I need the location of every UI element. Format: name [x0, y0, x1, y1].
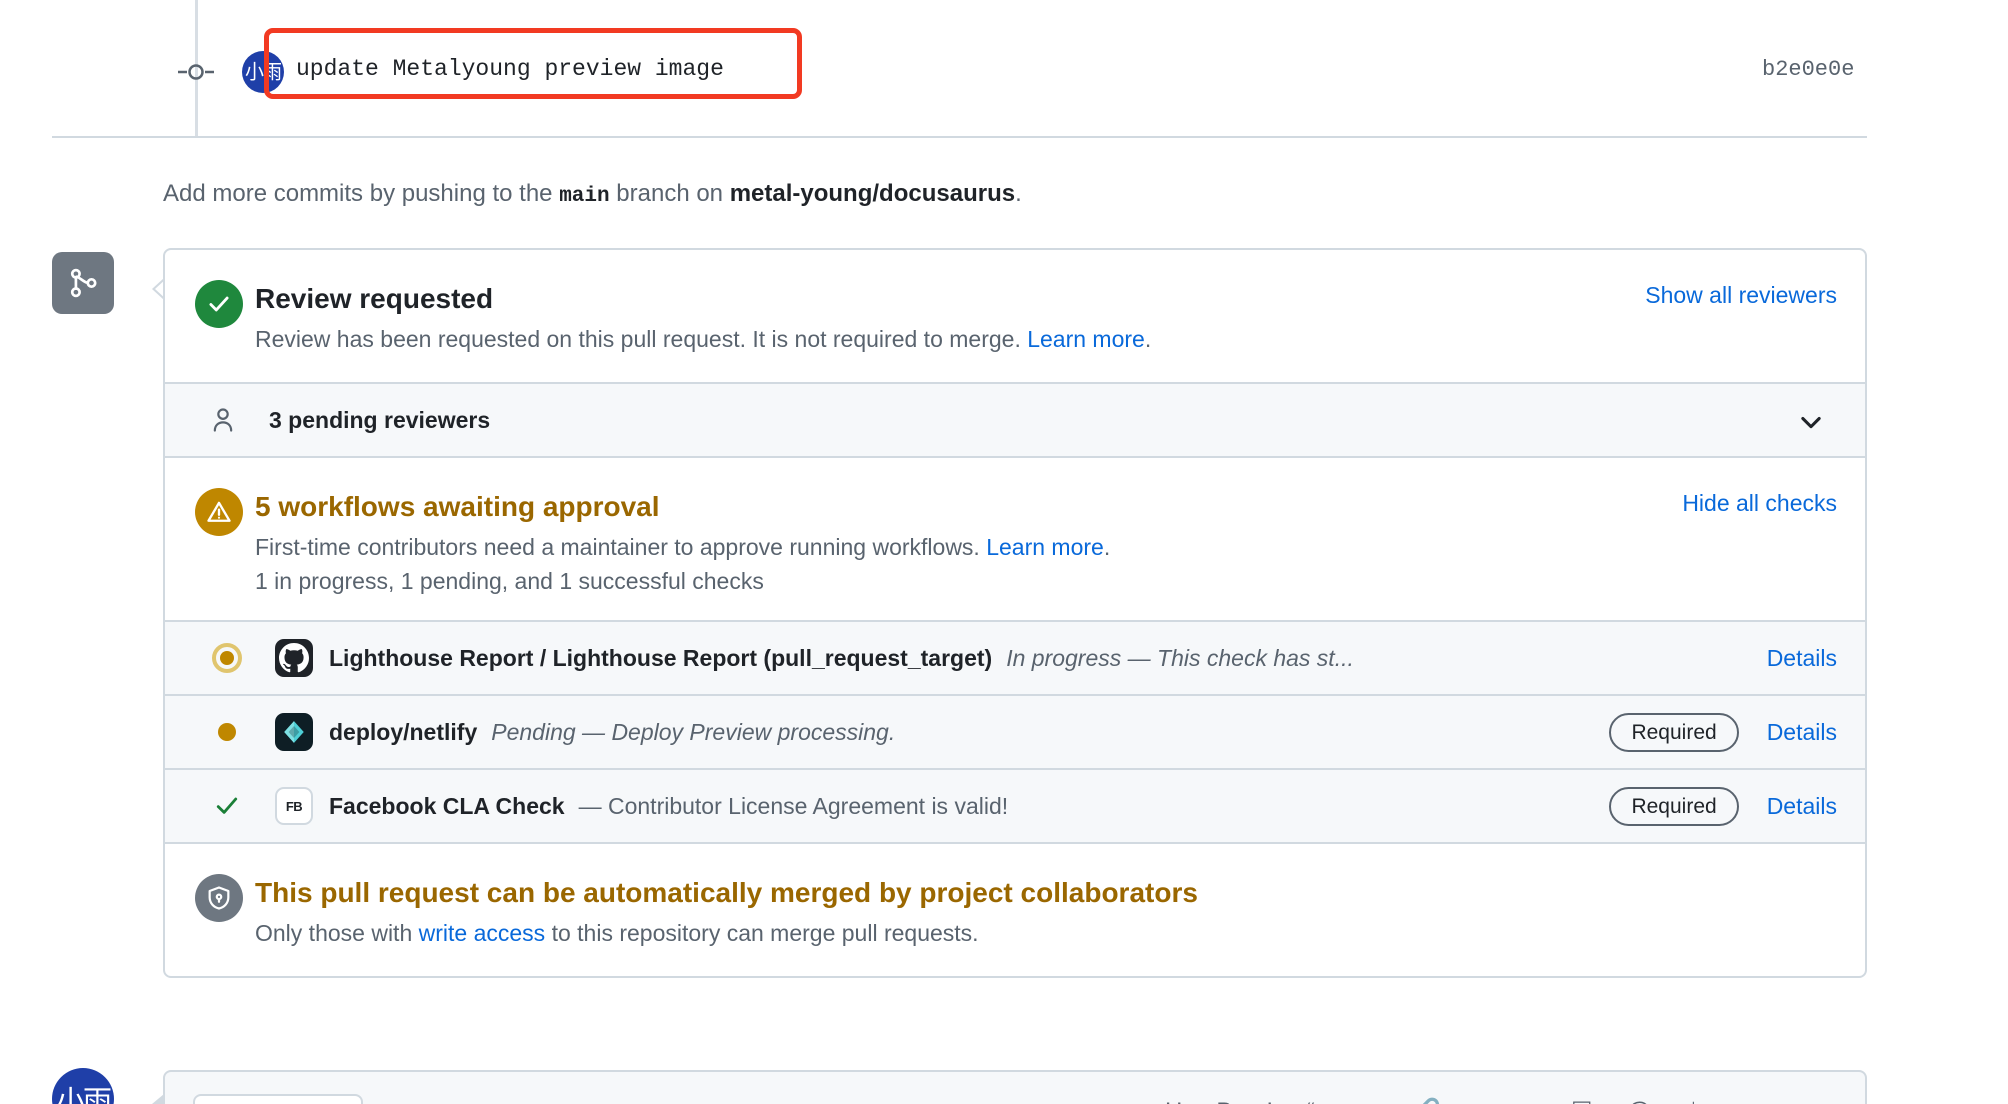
mention-icon[interactable]: @ — [1627, 1100, 1651, 1104]
commit-sha[interactable]: b2e0e0e — [1762, 57, 1854, 82]
pending-reviewers-row[interactable]: 3 pending reviewers — [165, 384, 1865, 456]
review-requested-description: Review has been requested on this pull r… — [255, 322, 1837, 356]
git-merge-icon — [52, 252, 114, 314]
reference-icon[interactable]: ♯ — [1685, 1100, 1697, 1104]
merge-desc-prefix: Only those with — [255, 920, 419, 946]
check-circle-icon — [195, 280, 243, 328]
review-desc-period: . — [1144, 326, 1152, 352]
facebook-cla-icon: FB — [275, 787, 313, 825]
commit-section-divider — [52, 136, 1867, 138]
add-more-commits-text: Add more commits by pushing to the main … — [163, 180, 1022, 208]
netlify-logo-icon — [275, 713, 313, 751]
bold-icon[interactable]: B — [1216, 1100, 1232, 1104]
hide-all-checks-link[interactable]: Hide all checks — [1682, 490, 1837, 517]
italic-icon[interactable]: I — [1266, 1100, 1273, 1104]
ordered-list-icon[interactable]: ≡ — [1523, 1100, 1537, 1104]
add-commits-middle: branch on — [609, 180, 730, 207]
review-learn-more-link[interactable]: Learn more — [1027, 326, 1145, 352]
check-name[interactable]: Facebook CLA Check — [329, 793, 565, 820]
check-row-actions: Details — [1767, 622, 1837, 694]
check-details-link[interactable]: Details — [1767, 719, 1837, 746]
workflows-desc-period: . — [1103, 534, 1111, 560]
workflows-title: 5 workflows awaiting approval — [255, 491, 660, 522]
check-description: — Contributor License Agreement is valid… — [578, 792, 1009, 819]
comment-write-tab[interactable] — [193, 1094, 363, 1104]
check-row-actions: Required Details — [1609, 770, 1837, 842]
check-row: FB Facebook CLA Check — Contributor Lice… — [165, 770, 1865, 842]
commit-node-icon — [178, 64, 214, 80]
facebook-cla-label: FB — [285, 798, 303, 814]
pending-reviewers-label: 3 pending reviewers — [269, 406, 491, 433]
workflows-learn-more-link[interactable]: Learn more — [986, 534, 1104, 560]
in-progress-circle-icon — [207, 643, 247, 673]
check-description: Pending — Deploy Preview processing. — [491, 718, 896, 745]
github-logo-icon — [275, 639, 313, 677]
code-icon[interactable]: <> — [1349, 1100, 1377, 1104]
check-description: In progress — This check has st... — [1006, 644, 1354, 671]
workflows-summary: 1 in progress, 1 pending, and 1 successf… — [255, 568, 764, 594]
review-requested-section: Review requested Review has been request… — [165, 250, 1865, 382]
workflows-desc-text: First-time contributors need a maintaine… — [255, 534, 980, 560]
add-commits-prefix: Add more commits by pushing to the — [163, 180, 560, 207]
commit-timeline-row: 小雨 update Metalyoung preview image b2e0e… — [0, 0, 2008, 138]
show-all-reviewers-link[interactable]: Show all reviewers — [1645, 282, 1837, 309]
avatar-glyph: 小雨 — [244, 59, 282, 84]
commit-author-avatar[interactable]: 小雨 — [242, 51, 284, 93]
check-name[interactable]: Lighthouse Report / Lighthouse Report (p… — [329, 645, 992, 672]
merge-availability-section: This pull request can be automatically m… — [165, 844, 1865, 976]
required-badge: Required — [1609, 786, 1739, 826]
chevron-down-icon[interactable] — [1797, 408, 1825, 441]
review-requested-title: Review requested — [255, 283, 494, 314]
current-user-avatar[interactable]: 小雨 — [52, 1068, 114, 1104]
check-details-link[interactable]: Details — [1767, 793, 1837, 820]
check-row: Lighthouse Report / Lighthouse Report (p… — [165, 622, 1865, 694]
workflows-awaiting-approval-section: 5 workflows awaiting approval First-time… — [165, 458, 1865, 620]
merge-desc-suffix: to this repository can merge pull reques… — [545, 920, 979, 946]
link-icon[interactable]: 🔗 — [1411, 1100, 1441, 1104]
person-icon — [209, 406, 241, 434]
merge-status-box: Review requested Review has been request… — [163, 248, 1867, 978]
add-commits-suffix: . — [1015, 180, 1022, 207]
quote-icon[interactable]: “ — [1307, 1100, 1315, 1104]
check-mark-icon — [207, 792, 247, 820]
check-details-link[interactable]: Details — [1767, 645, 1837, 672]
unordered-list-icon[interactable]: ≡ — [1475, 1100, 1489, 1104]
repo-name: metal-young/docusaurus — [729, 180, 1016, 207]
check-row: deploy/netlify Pending — Deploy Preview … — [165, 696, 1865, 768]
branch-name: main — [559, 185, 610, 208]
pr-conversation-page: 小雨 update Metalyoung preview image b2e0e… — [0, 0, 2008, 1104]
alert-triangle-icon — [195, 488, 243, 536]
check-name[interactable]: deploy/netlify — [329, 719, 477, 746]
review-desc-text: Review has been requested on this pull r… — [255, 326, 1021, 352]
commit-message[interactable]: update Metalyoung preview image — [296, 56, 724, 82]
merge-availability-title: This pull request can be automatically m… — [255, 877, 1198, 908]
markdown-toolbar: H B I “ <> 🔗 ≡ ≡ ☐ @ ♯ — [1165, 1100, 1697, 1104]
required-badge: Required — [1609, 712, 1739, 752]
heading-icon[interactable]: H — [1165, 1100, 1182, 1104]
workflows-description: First-time contributors need a maintaine… — [255, 530, 1837, 564]
task-list-icon[interactable]: ☐ — [1571, 1100, 1593, 1104]
pending-dot-icon — [207, 723, 247, 741]
avatar-glyph: 小雨 — [55, 1084, 112, 1104]
write-access-link[interactable]: write access — [419, 920, 546, 946]
merge-availability-description: Only those with write access to this rep… — [255, 916, 1837, 950]
shield-lock-icon — [195, 874, 243, 922]
comment-composer: H B I “ <> 🔗 ≡ ≡ ☐ @ ♯ — [163, 1070, 1867, 1104]
check-row-actions: Required Details — [1609, 696, 1837, 768]
